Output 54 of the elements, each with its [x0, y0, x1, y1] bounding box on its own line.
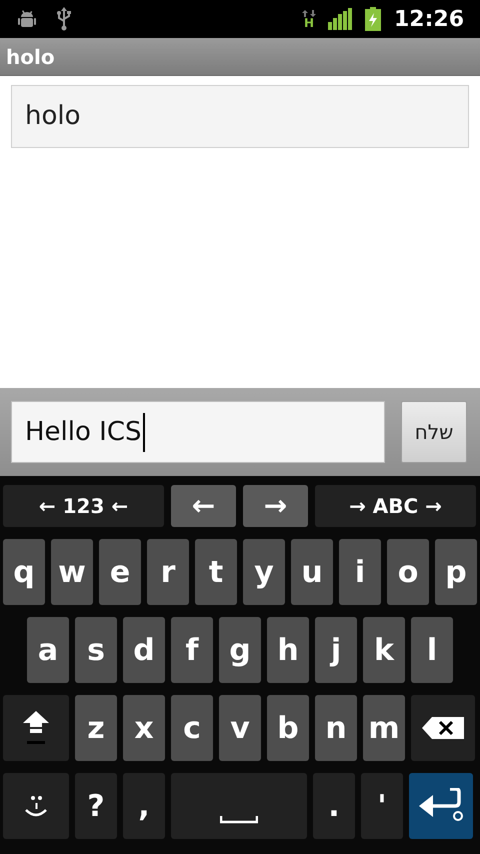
- android-robot-icon: [16, 8, 38, 30]
- backspace-key[interactable]: [411, 695, 475, 761]
- key[interactable]: k: [363, 617, 405, 683]
- key[interactable]: d: [123, 617, 165, 683]
- key[interactable]: e: [99, 539, 141, 605]
- shift-icon: [22, 711, 50, 745]
- battery-charging-icon: [364, 7, 382, 31]
- data-arrows-icon: [302, 10, 316, 16]
- key[interactable]: l: [411, 617, 453, 683]
- message-input-field[interactable]: Hello ICS: [11, 401, 385, 463]
- network-type: H: [304, 16, 314, 28]
- cursor-key[interactable]: →: [243, 485, 308, 527]
- key[interactable]: h: [267, 617, 309, 683]
- key[interactable]: u: [291, 539, 333, 605]
- key[interactable]: x: [123, 695, 165, 761]
- key[interactable]: r: [147, 539, 189, 605]
- smiley-icon: [24, 794, 48, 818]
- key[interactable]: f: [171, 617, 213, 683]
- key[interactable]: t: [195, 539, 237, 605]
- key[interactable]: .: [313, 773, 355, 839]
- key[interactable]: c: [171, 695, 213, 761]
- send-button[interactable]: שלח: [401, 401, 467, 463]
- key[interactable]: q: [3, 539, 45, 605]
- key[interactable]: n: [315, 695, 357, 761]
- emoji-key[interactable]: [3, 773, 69, 839]
- enter-key[interactable]: [409, 773, 473, 839]
- backspace-icon: [422, 717, 464, 739]
- key[interactable]: b: [267, 695, 309, 761]
- key[interactable]: w: [51, 539, 93, 605]
- usb-icon: [56, 7, 72, 31]
- signal-icon: [328, 8, 352, 30]
- key[interactable]: i: [339, 539, 381, 605]
- key[interactable]: m: [363, 695, 405, 761]
- key[interactable]: ,: [123, 773, 165, 839]
- key[interactable]: p: [435, 539, 477, 605]
- key[interactable]: a: [27, 617, 69, 683]
- key[interactable]: j: [315, 617, 357, 683]
- key[interactable]: v: [219, 695, 261, 761]
- key[interactable]: o: [387, 539, 429, 605]
- key[interactable]: y: [243, 539, 285, 605]
- cursor-key[interactable]: ←: [171, 485, 236, 527]
- key[interactable]: ': [361, 773, 403, 839]
- mode-switch-key[interactable]: ← 123 ←: [3, 485, 164, 527]
- key[interactable]: g: [219, 617, 261, 683]
- key[interactable]: ?: [75, 773, 117, 839]
- space-bar-icon: [220, 816, 258, 824]
- text-field[interactable]: holo: [11, 85, 469, 148]
- mode-switch-key[interactable]: → ABC →: [315, 485, 476, 527]
- shift-key[interactable]: [3, 695, 69, 761]
- window-title: holo: [6, 44, 55, 70]
- clock: 12:26: [394, 6, 464, 34]
- key[interactable]: s: [75, 617, 117, 683]
- key[interactable]: z: [75, 695, 117, 761]
- enter-icon: [419, 788, 463, 824]
